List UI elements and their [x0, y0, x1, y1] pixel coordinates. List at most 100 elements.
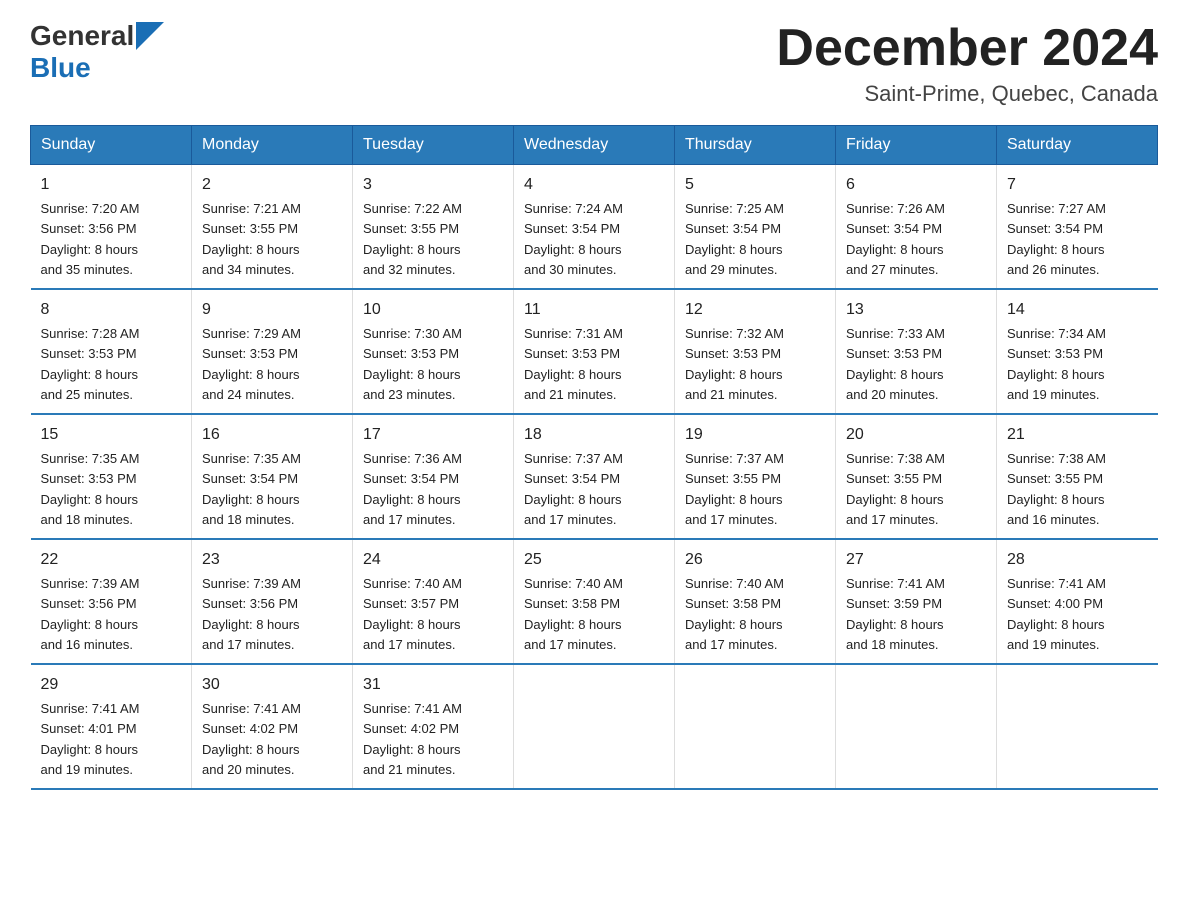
logo-triangle-icon [136, 22, 164, 50]
page-header: General Blue December 2024 Saint-Prime, … [30, 20, 1158, 107]
day-cell [997, 664, 1158, 789]
day-cell: 10Sunrise: 7:30 AMSunset: 3:53 PMDayligh… [353, 289, 514, 414]
day-info: Sunrise: 7:25 AMSunset: 3:54 PMDaylight:… [685, 201, 784, 277]
day-cell: 4Sunrise: 7:24 AMSunset: 3:54 PMDaylight… [514, 165, 675, 290]
day-number: 29 [41, 673, 182, 697]
day-number: 26 [685, 548, 825, 572]
day-number: 7 [1007, 173, 1148, 197]
day-number: 13 [846, 298, 986, 322]
day-number: 9 [202, 298, 342, 322]
day-info: Sunrise: 7:39 AMSunset: 3:56 PMDaylight:… [41, 576, 140, 652]
day-number: 8 [41, 298, 182, 322]
day-number: 10 [363, 298, 503, 322]
day-number: 3 [363, 173, 503, 197]
day-cell: 9Sunrise: 7:29 AMSunset: 3:53 PMDaylight… [192, 289, 353, 414]
day-cell [514, 664, 675, 789]
day-number: 24 [363, 548, 503, 572]
day-number: 1 [41, 173, 182, 197]
day-cell: 31 Sunrise: 7:41 AMSunset: 4:02 PMDayligh… [353, 664, 514, 789]
day-number: 15 [41, 423, 182, 447]
day-info: Sunrise: 7:37 AMSunset: 3:54 PMDaylight:… [524, 451, 623, 527]
day-number: 2 [202, 173, 342, 197]
day-number: 30 [202, 673, 342, 697]
day-cell: 18 Sunrise: 7:37 AMSunset: 3:54 PMDayligh… [514, 414, 675, 539]
title-area: December 2024 Saint-Prime, Quebec, Canad… [776, 20, 1158, 107]
month-title: December 2024 [776, 20, 1158, 77]
day-cell: 14Sunrise: 7:34 AMSunset: 3:53 PMDayligh… [997, 289, 1158, 414]
day-cell: 1 Sunrise: 7:20 AMSunset: 3:56 PMDaylight… [31, 165, 192, 290]
day-number: 12 [685, 298, 825, 322]
day-info: Sunrise: 7:31 AMSunset: 3:53 PMDaylight:… [524, 326, 623, 402]
weekday-header-friday: Friday [836, 126, 997, 165]
day-info: Sunrise: 7:27 AMSunset: 3:54 PMDaylight:… [1007, 201, 1106, 277]
day-info: Sunrise: 7:35 AMSunset: 3:53 PMDaylight:… [41, 451, 140, 527]
day-number: 23 [202, 548, 342, 572]
day-number: 20 [846, 423, 986, 447]
day-number: 4 [524, 173, 664, 197]
day-number: 16 [202, 423, 342, 447]
day-info: Sunrise: 7:40 AMSunset: 3:58 PMDaylight:… [524, 576, 623, 652]
day-number: 17 [363, 423, 503, 447]
day-cell: 29 Sunrise: 7:41 AMSunset: 4:01 PMDayligh… [31, 664, 192, 789]
day-cell: 28 Sunrise: 7:41 AMSunset: 4:00 PMDayligh… [997, 539, 1158, 664]
day-cell: 27Sunrise: 7:41 AMSunset: 3:59 PMDayligh… [836, 539, 997, 664]
day-cell: 23 Sunrise: 7:39 AMSunset: 3:56 PMDayligh… [192, 539, 353, 664]
week-row-3: 15 Sunrise: 7:35 AMSunset: 3:53 PMDayligh… [31, 414, 1158, 539]
day-info: Sunrise: 7:41 AMSunset: 4:00 PMDaylight:… [1007, 576, 1106, 652]
day-cell: 16 Sunrise: 7:35 AMSunset: 3:54 PMDayligh… [192, 414, 353, 539]
weekday-header-tuesday: Tuesday [353, 126, 514, 165]
day-info: Sunrise: 7:41 AMSunset: 4:01 PMDaylight:… [41, 701, 140, 777]
day-cell: 5Sunrise: 7:25 AMSunset: 3:54 PMDaylight… [675, 165, 836, 290]
day-info: Sunrise: 7:20 AMSunset: 3:56 PMDaylight:… [41, 201, 140, 277]
week-row-2: 8 Sunrise: 7:28 AMSunset: 3:53 PMDaylight… [31, 289, 1158, 414]
day-number: 19 [685, 423, 825, 447]
day-info: Sunrise: 7:37 AMSunset: 3:55 PMDaylight:… [685, 451, 784, 527]
day-cell [675, 664, 836, 789]
day-info: Sunrise: 7:38 AMSunset: 3:55 PMDaylight:… [846, 451, 945, 527]
day-cell: 20 Sunrise: 7:38 AMSunset: 3:55 PMDayligh… [836, 414, 997, 539]
weekday-header-saturday: Saturday [997, 126, 1158, 165]
day-number: 25 [524, 548, 664, 572]
day-info: Sunrise: 7:40 AMSunset: 3:57 PMDaylight:… [363, 576, 462, 652]
logo-blue-part [134, 22, 164, 52]
day-cell: 3 Sunrise: 7:22 AMSunset: 3:55 PMDaylight… [353, 165, 514, 290]
day-cell: 11 Sunrise: 7:31 AMSunset: 3:53 PMDayligh… [514, 289, 675, 414]
logo-blue-text: Blue [30, 52, 91, 84]
day-info: Sunrise: 7:35 AMSunset: 3:54 PMDaylight:… [202, 451, 301, 527]
day-cell: 13Sunrise: 7:33 AMSunset: 3:53 PMDayligh… [836, 289, 997, 414]
day-info: Sunrise: 7:32 AMSunset: 3:53 PMDaylight:… [685, 326, 784, 402]
day-info: Sunrise: 7:26 AMSunset: 3:54 PMDaylight:… [846, 201, 945, 277]
day-info: Sunrise: 7:41 AMSunset: 4:02 PMDaylight:… [363, 701, 462, 777]
day-info: Sunrise: 7:39 AMSunset: 3:56 PMDaylight:… [202, 576, 301, 652]
day-cell: 21Sunrise: 7:38 AMSunset: 3:55 PMDayligh… [997, 414, 1158, 539]
day-number: 18 [524, 423, 664, 447]
day-cell: 12 Sunrise: 7:32 AMSunset: 3:53 PMDayligh… [675, 289, 836, 414]
day-number: 22 [41, 548, 182, 572]
day-number: 31 [363, 673, 503, 697]
day-info: Sunrise: 7:22 AMSunset: 3:55 PMDaylight:… [363, 201, 462, 277]
day-cell [836, 664, 997, 789]
day-info: Sunrise: 7:36 AMSunset: 3:54 PMDaylight:… [363, 451, 462, 527]
weekday-header-thursday: Thursday [675, 126, 836, 165]
weekday-header-row: SundayMondayTuesdayWednesdayThursdayFrid… [31, 126, 1158, 165]
day-cell: 17 Sunrise: 7:36 AMSunset: 3:54 PMDayligh… [353, 414, 514, 539]
day-number: 27 [846, 548, 986, 572]
day-info: Sunrise: 7:38 AMSunset: 3:55 PMDaylight:… [1007, 451, 1106, 527]
day-cell: 7 Sunrise: 7:27 AMSunset: 3:54 PMDaylight… [997, 165, 1158, 290]
day-cell: 19 Sunrise: 7:37 AMSunset: 3:55 PMDayligh… [675, 414, 836, 539]
day-info: Sunrise: 7:40 AMSunset: 3:58 PMDaylight:… [685, 576, 784, 652]
weekday-header-wednesday: Wednesday [514, 126, 675, 165]
week-row-1: 1 Sunrise: 7:20 AMSunset: 3:56 PMDaylight… [31, 165, 1158, 290]
day-cell: 8 Sunrise: 7:28 AMSunset: 3:53 PMDaylight… [31, 289, 192, 414]
day-info: Sunrise: 7:28 AMSunset: 3:53 PMDaylight:… [41, 326, 140, 402]
day-number: 11 [524, 298, 664, 322]
day-number: 14 [1007, 298, 1148, 322]
day-number: 28 [1007, 548, 1148, 572]
day-info: Sunrise: 7:41 AMSunset: 4:02 PMDaylight:… [202, 701, 301, 777]
day-cell: 26 Sunrise: 7:40 AMSunset: 3:58 PMDayligh… [675, 539, 836, 664]
day-info: Sunrise: 7:21 AMSunset: 3:55 PMDaylight:… [202, 201, 301, 277]
day-cell: 15 Sunrise: 7:35 AMSunset: 3:53 PMDayligh… [31, 414, 192, 539]
weekday-header-monday: Monday [192, 126, 353, 165]
day-cell: 2 Sunrise: 7:21 AMSunset: 3:55 PMDaylight… [192, 165, 353, 290]
logo: General Blue [30, 20, 164, 84]
